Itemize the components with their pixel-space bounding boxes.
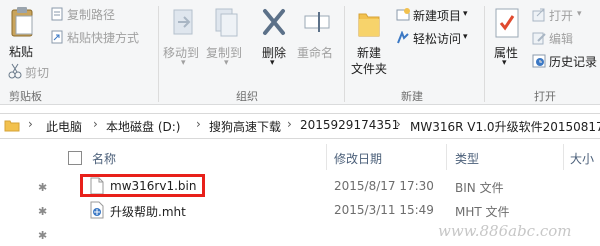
open-icon xyxy=(532,8,546,25)
scissors-icon xyxy=(8,63,22,82)
easy-access-button[interactable]: 轻松访问 xyxy=(413,30,461,47)
column-header-name[interactable]: 名称 xyxy=(92,150,116,167)
breadcrumb-sogou-download[interactable]: 搜狗高速下载 xyxy=(209,118,281,135)
pin-icon: ✱ xyxy=(38,205,48,218)
column-header-date[interactable]: 修改日期 xyxy=(334,150,382,167)
ribbon: 粘贴 复制路径 粘贴快捷方式 剪切 剪贴板 移动到 ▾ 复制到 ▾ 删除 ▾ 重… xyxy=(0,0,600,105)
breadcrumb-chevron-icon[interactable]: › xyxy=(28,117,33,131)
copy-path-button[interactable]: 复制路径 xyxy=(67,6,115,23)
breadcrumb-chevron-icon[interactable]: › xyxy=(287,117,292,131)
select-all-checkbox[interactable] xyxy=(68,151,82,165)
new-folder-icon xyxy=(357,8,381,41)
properties-icon xyxy=(494,7,520,42)
history-icon xyxy=(532,54,546,71)
breadcrumb-this-pc[interactable]: 此电脑 xyxy=(46,118,82,135)
new-item-icon xyxy=(396,8,410,25)
delete-icon xyxy=(262,8,286,39)
copy-to-dropdown-icon[interactable]: ▾ xyxy=(224,58,229,68)
properties-dropdown-icon[interactable]: ▾ xyxy=(502,58,507,68)
easy-access-icon xyxy=(396,30,410,48)
file-date: 2015/3/11 15:49 xyxy=(334,203,434,217)
paste-shortcut-icon xyxy=(50,30,64,47)
open-button[interactable]: 打开 xyxy=(549,7,573,24)
highlight-box xyxy=(80,174,205,197)
column-divider[interactable] xyxy=(446,144,447,170)
breadcrumb-chevron-icon[interactable]: › xyxy=(93,117,98,131)
clipboard-group-label: 剪贴板 xyxy=(9,90,42,103)
file-type: BIN 文件 xyxy=(455,181,504,195)
column-header-type[interactable]: 类型 xyxy=(455,150,479,167)
file-name[interactable]: 升级帮助.mht xyxy=(110,203,186,220)
ribbon-separator xyxy=(158,6,159,102)
move-to-dropdown-icon[interactable]: ▾ xyxy=(181,58,186,68)
new-folder-button-line1[interactable]: 新建 xyxy=(357,44,381,61)
ribbon-separator xyxy=(344,6,345,102)
history-button[interactable]: 历史记录 xyxy=(549,53,597,70)
breadcrumb-local-disk[interactable]: 本地磁盘 (D:) xyxy=(106,118,180,135)
rename-button[interactable]: 重命名 xyxy=(297,44,333,61)
easy-access-dropdown-icon[interactable]: ▾ xyxy=(463,32,468,42)
column-header-size[interactable]: 大小 xyxy=(570,150,594,167)
breadcrumb-folder-2015929174351[interactable]: 2015929174351 xyxy=(300,118,399,132)
organize-group-label: 组织 xyxy=(236,90,258,103)
address-bar[interactable]: › 此电脑 › 本地磁盘 (D:) › 搜狗高速下载 › 20159291743… xyxy=(0,113,600,139)
delete-dropdown-icon[interactable]: ▾ xyxy=(270,58,275,68)
pin-icon: ✱ xyxy=(38,181,48,194)
open-group-label: 打开 xyxy=(534,90,556,103)
paste-button[interactable]: 粘贴 xyxy=(9,43,33,60)
mht-file-icon xyxy=(90,201,104,222)
new-item-button[interactable]: 新建项目 xyxy=(413,7,461,24)
folder-icon xyxy=(4,117,20,136)
paste-shortcut-button[interactable]: 粘贴快捷方式 xyxy=(67,29,139,46)
rename-icon xyxy=(303,8,331,39)
edit-icon xyxy=(532,31,546,48)
open-dropdown-icon[interactable]: ▾ xyxy=(577,9,582,19)
breadcrumb-chevron-icon[interactable]: › xyxy=(196,117,201,131)
breadcrumb-current-folder[interactable]: MW316R V1.0升级软件20150817 xyxy=(410,118,600,135)
pin-icon: ✱ xyxy=(38,229,48,242)
watermark: www.886abc.com xyxy=(438,222,572,240)
column-divider[interactable] xyxy=(326,144,327,170)
edit-button[interactable]: 编辑 xyxy=(549,30,573,47)
new-group-label: 新建 xyxy=(401,90,423,103)
move-to-icon xyxy=(170,6,198,41)
file-type: MHT 文件 xyxy=(455,205,510,219)
paste-icon xyxy=(10,6,36,41)
copy-path-icon xyxy=(50,7,64,24)
table-row[interactable]: 升级帮助.mht 2015/3/11 15:49 MHT 文件 xyxy=(60,199,600,221)
copy-to-icon xyxy=(213,6,241,41)
new-folder-button-line2[interactable]: 文件夹 xyxy=(351,60,387,77)
cut-button[interactable]: 剪切 xyxy=(25,64,49,81)
file-date: 2015/8/17 17:30 xyxy=(334,179,434,193)
new-item-dropdown-icon[interactable]: ▾ xyxy=(463,9,468,19)
column-divider[interactable] xyxy=(563,144,564,170)
ribbon-separator xyxy=(484,6,485,102)
breadcrumb-chevron-icon[interactable]: › xyxy=(396,117,401,131)
